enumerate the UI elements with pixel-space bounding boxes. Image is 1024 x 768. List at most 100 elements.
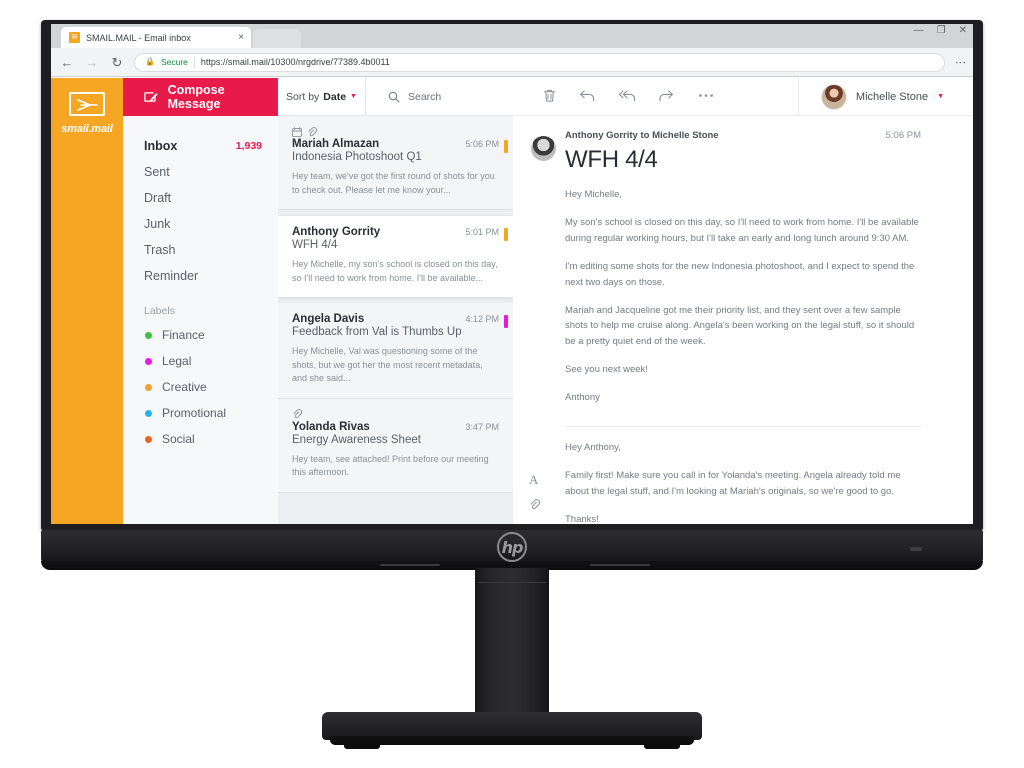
labels-header: Labels (144, 305, 175, 317)
email-list-column: Sort by Date ▼ Search Mariah Almazan 5:06… (278, 78, 513, 524)
list-item[interactable]: Angela Davis 4:12 PM Feedback from Val is … (278, 303, 513, 399)
attachment-icon (293, 409, 302, 419)
sidebar-item-sent[interactable]: Sent (123, 159, 278, 185)
sidebar-item-junk[interactable]: Junk (123, 211, 278, 237)
window-close-icon[interactable]: ✕ (959, 26, 967, 36)
list-item[interactable]: Mariah Almazan 5:06 PM Indonesia Photoshoo… (278, 116, 513, 210)
mail-time: 5:01 PM (465, 227, 499, 237)
label-text: Legal (162, 354, 192, 368)
monitor-vent-right (590, 564, 650, 566)
label-list: Finance Legal Creative Promotional Social (123, 322, 278, 452)
reply-icon[interactable] (579, 88, 596, 105)
tab-favicon-icon: ✉ (69, 32, 80, 43)
address-bar[interactable]: 🔒 Secure https://smail.mail/10300/nrgdri… (134, 52, 945, 72)
mail-label-stripe (504, 228, 508, 241)
quote-divider (565, 425, 921, 427)
list-item[interactable]: Anthony Gorrity 5:01 PM WFH 4/4 Hey Michell… (278, 216, 513, 297)
quoted-paragraph: Hey Anthony, (565, 441, 621, 453)
message-actions (513, 88, 715, 105)
brand-name: smail.mail (61, 123, 113, 135)
mail-item-header: Yolanda Rivas 3:47 PM (292, 421, 499, 433)
reading-pane: Michelle Stone ▼ Anthony Gorrity to Mich… (513, 78, 973, 524)
reload-icon[interactable]: ↻ (109, 54, 125, 70)
mail-sender: Anthony Gorrity (292, 226, 381, 238)
mail-time: 3:47 PM (465, 421, 499, 432)
quoted-paragraph: Thanks! (565, 513, 599, 524)
forward-icon[interactable] (659, 88, 675, 105)
sidebar-item-inbox[interactable]: Inbox 1,939 (123, 133, 278, 159)
reading-pane-toolbar: Michelle Stone ▼ (513, 78, 973, 116)
reply-all-icon[interactable] (618, 88, 637, 105)
folder-label: Inbox (144, 139, 178, 153)
email-list-header: Sort by Date ▼ Search (278, 78, 513, 116)
folder-unread-count: 1,939 (235, 140, 262, 152)
power-indicator[interactable] (910, 547, 922, 551)
mail-subject: WFH 4/4 (292, 239, 338, 251)
folder-label: Junk (144, 217, 171, 231)
label-text: Social (162, 432, 195, 446)
message-paragraph: I'm editing some shots for the new Indon… (565, 261, 915, 288)
folder-label: Draft (144, 191, 172, 205)
url-text: https://smail.mail/10300/nrgdrive/77389.… (200, 57, 390, 67)
browser-tab[interactable]: ✉ SMAIL.MAIL - Email inbox × (61, 27, 251, 48)
mail-subject: Energy Awareness Sheet (292, 433, 421, 446)
message-paragraph: Mariah and Jacqueline got me their prior… (565, 304, 915, 347)
compose-label: Compose Message (167, 83, 225, 111)
label-color-dot (145, 409, 152, 417)
back-icon[interactable]: ← (59, 54, 75, 70)
message-paragraphs: Hey Michelle, My son's school is closed o… (565, 187, 921, 406)
more-options-icon[interactable] (697, 88, 715, 105)
mail-time: 4:12 PM (465, 314, 499, 324)
message-meta: Anthony Gorrity to Michelle Stone 5:06 P… (565, 130, 921, 141)
search-input[interactable]: Search (366, 78, 513, 115)
message-body: Anthony Gorrity to Michelle Stone 5:06 P… (513, 116, 973, 524)
sidebar-item-draft[interactable]: Draft (123, 185, 278, 211)
screen: ✉ SMAIL.MAIL - Email inbox × — ❐ ✕ ← → ↻… (51, 24, 973, 524)
sort-value-label: Date (323, 90, 347, 103)
folder-list: Inbox 1,939 Sent Draft Junk Trash Reminder (123, 116, 278, 289)
browser-titlebar: ✉ SMAIL.MAIL - Email inbox × — ❐ ✕ (51, 24, 973, 48)
folder-label: Reminder (144, 269, 199, 283)
list-item[interactable]: Yolanda Rivas 3:47 PM Energy Awareness She… (278, 398, 513, 493)
label-item-legal[interactable]: Legal (123, 348, 278, 374)
search-placeholder: Search (408, 90, 442, 103)
delete-icon[interactable] (542, 88, 557, 105)
sidebar-item-trash[interactable]: Trash (123, 237, 278, 263)
tab-close-icon[interactable]: × (238, 32, 244, 43)
monitor-stand-base-lip (330, 736, 694, 745)
compose-message-button[interactable]: Compose Message (123, 78, 278, 116)
window-maximize-icon[interactable]: ❐ (937, 26, 946, 36)
text-format-icon[interactable]: A (529, 472, 540, 488)
chevron-down-icon: ▼ (937, 93, 944, 100)
label-text: Finance (162, 328, 205, 342)
user-menu[interactable]: Michelle Stone ▼ (797, 78, 973, 115)
forward-icon: → (85, 54, 99, 70)
window-minimize-icon[interactable]: — (914, 26, 924, 36)
message-from-line: Anthony Gorrity to Michelle Stone (565, 130, 719, 141)
monitor-vent-left (380, 564, 440, 566)
email-list[interactable]: Mariah Almazan 5:06 PM Indonesia Photoshoo… (278, 116, 513, 524)
mail-subject: Indonesia Photoshoot Q1 (292, 151, 422, 163)
sidebar-item-reminder[interactable]: Reminder (123, 263, 278, 289)
attachment-icon[interactable] (529, 498, 541, 513)
mail-item-header: Angela Davis 4:12 PM (292, 313, 499, 325)
browser-toolbar: ← → ↻ 🔒 Secure https://smail.mail/10300/… (51, 48, 973, 77)
label-item-finance[interactable]: Finance (123, 322, 278, 348)
quoted-message-icons: A (529, 472, 541, 513)
monitor-stand-seam (478, 582, 546, 583)
mail-preview: Hey team, we've got the first round of s… (292, 171, 495, 195)
mail-subject: Feedback from Val is Thumbs Up (292, 326, 462, 338)
label-item-social[interactable]: Social (123, 426, 278, 452)
mail-item-header: Mariah Almazan 5:06 PM (292, 138, 499, 150)
mail-time: 5:06 PM (465, 139, 499, 149)
new-tab-button[interactable] (253, 29, 301, 48)
label-item-promotional[interactable]: Promotional (123, 400, 278, 426)
browser-menu-icon[interactable]: ⋮ (954, 57, 966, 68)
message-paragraph: See you next week! (565, 364, 648, 375)
label-item-creative[interactable]: Creative (123, 374, 278, 400)
sort-by-date-button[interactable]: Sort by Date ▼ (278, 78, 366, 115)
mail-label-stripe (504, 315, 508, 328)
message-paragraph: Anthony (565, 392, 600, 404)
label-color-dot (145, 383, 152, 391)
mail-item-icons (292, 409, 499, 420)
